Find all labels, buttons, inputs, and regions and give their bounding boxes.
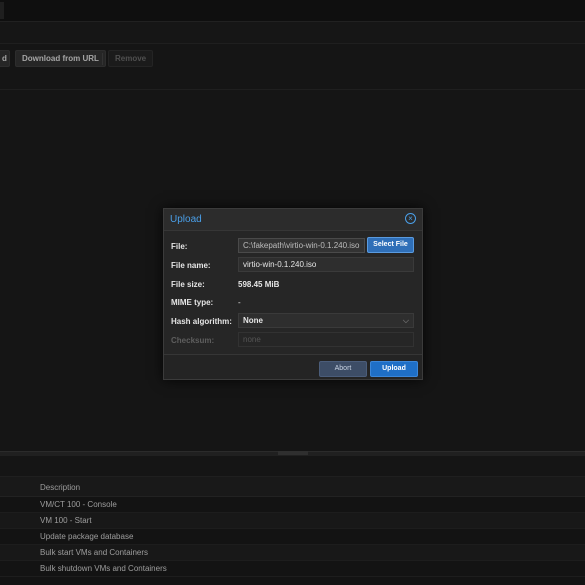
dialog-footer: Abort Upload [164,354,422,379]
upload-button[interactable]: Upload [370,361,418,377]
dialog-title: Upload [170,214,202,225]
file-name-label: File name: [171,261,211,270]
file-size-label: File size: [171,280,205,289]
chevron-down-icon: ⌵ [402,316,409,325]
file-path-field[interactable]: C:\fakepath\virtio-win-0.1.240.iso [238,238,365,253]
mime-type-label: MIME type: [171,298,214,307]
hash-algorithm-select[interactable]: None ⌵ [238,313,414,328]
checksum-input[interactable]: none [238,332,414,347]
file-size-value: 598.45 MiB [238,280,280,289]
mime-type-value: - [238,298,241,307]
abort-button[interactable]: Abort [319,361,367,377]
hash-algorithm-value: None [243,316,263,325]
close-icon[interactable]: × [405,213,416,224]
file-label: File: [171,242,188,251]
checksum-label: Checksum: [171,336,215,345]
upload-dialog: Upload × File: C:\fakepath\virtio-win-0.… [163,208,423,380]
hash-algorithm-label: Hash algorithm: [171,317,232,326]
file-name-input[interactable]: virtio-win-0.1.240.iso [238,257,414,272]
dialog-header: Upload × [164,209,422,231]
select-file-button[interactable]: Select File [367,237,414,253]
